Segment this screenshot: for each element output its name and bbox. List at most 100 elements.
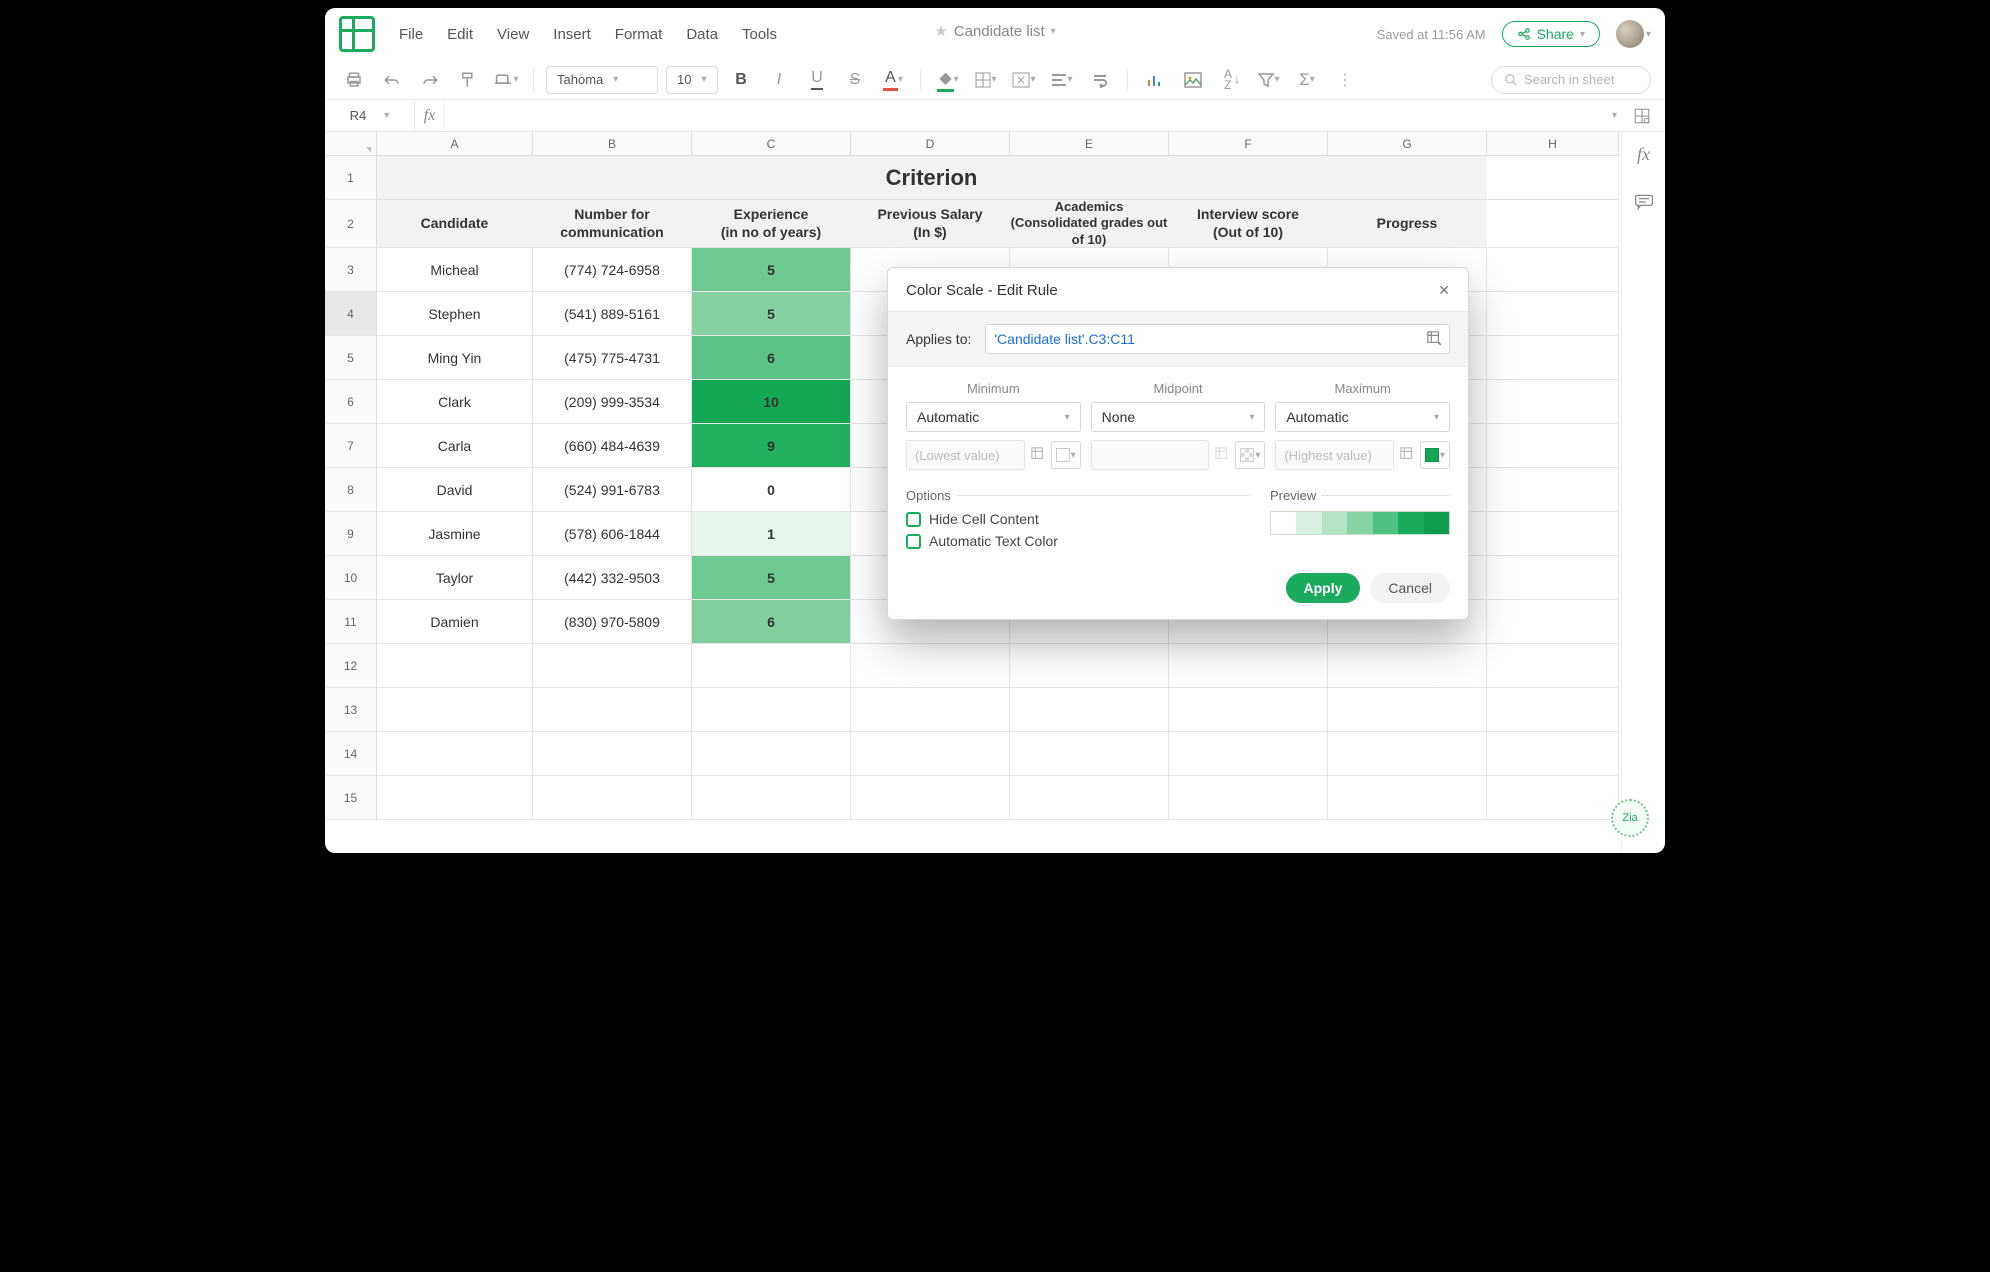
fx-panel-icon[interactable]: fx: [1637, 144, 1650, 165]
row-header[interactable]: 6: [325, 380, 377, 424]
header-interview[interactable]: Interview score(Out of 10): [1169, 200, 1328, 248]
undo-icon[interactable]: [377, 66, 407, 94]
name-box[interactable]: R4 ▾: [325, 100, 415, 131]
row-header[interactable]: 2: [325, 200, 377, 248]
header-phone[interactable]: Number for communication: [533, 200, 692, 248]
row-header[interactable]: 1: [325, 156, 377, 200]
cell[interactable]: [1487, 424, 1619, 468]
cell[interactable]: [533, 776, 692, 820]
row-header[interactable]: 5: [325, 336, 377, 380]
insert-chart-icon[interactable]: [1140, 66, 1170, 94]
phone-cell[interactable]: (541) 889-5161: [533, 292, 692, 336]
menu-file[interactable]: File: [399, 26, 423, 43]
formula-input[interactable]: [445, 100, 1612, 131]
font-size-select[interactable]: 10▾: [666, 66, 718, 94]
phone-cell[interactable]: (475) 775-4731: [533, 336, 692, 380]
row-header[interactable]: 11: [325, 600, 377, 644]
range-picker-icon[interactable]: [1031, 447, 1045, 464]
applies-to-input[interactable]: 'Candidate list'.C3:C11: [985, 324, 1450, 354]
cell[interactable]: [692, 644, 851, 688]
cell[interactable]: [1487, 512, 1619, 556]
chevron-down-icon[interactable]: ▾: [1612, 110, 1617, 121]
more-tools-icon[interactable]: ⋮: [1330, 66, 1360, 94]
cell[interactable]: [1010, 776, 1169, 820]
select-all-corner[interactable]: [325, 132, 377, 156]
cell[interactable]: [692, 688, 851, 732]
menu-view[interactable]: View: [497, 26, 529, 43]
hide-cell-content-checkbox[interactable]: Hide Cell Content: [906, 511, 1250, 527]
font-family-select[interactable]: Tahoma▾: [546, 66, 658, 94]
cell[interactable]: [1169, 776, 1328, 820]
row-header[interactable]: 4: [325, 292, 377, 336]
candidate-cell[interactable]: Stephen: [377, 292, 533, 336]
row-header[interactable]: 10: [325, 556, 377, 600]
phone-cell[interactable]: (774) 724-6958: [533, 248, 692, 292]
cell[interactable]: [1328, 776, 1487, 820]
sort-button[interactable]: AZ↓: [1216, 66, 1246, 94]
experience-cell[interactable]: 9: [692, 424, 851, 468]
cancel-button[interactable]: Cancel: [1370, 573, 1450, 603]
text-color-button[interactable]: A▾: [878, 66, 908, 94]
cell[interactable]: [1487, 248, 1619, 292]
print-icon[interactable]: [339, 66, 369, 94]
account-menu[interactable]: ▾: [1616, 20, 1651, 48]
column-header[interactable]: A: [377, 132, 533, 156]
candidate-cell[interactable]: Clark: [377, 380, 533, 424]
cell[interactable]: [533, 644, 692, 688]
maximum-mode-select[interactable]: Automatic▾: [1275, 402, 1450, 432]
bold-button[interactable]: B: [726, 66, 756, 94]
midpoint-value-input[interactable]: [1091, 440, 1210, 470]
cell[interactable]: [533, 732, 692, 776]
cell[interactable]: [377, 776, 533, 820]
row-header[interactable]: 9: [325, 512, 377, 556]
fx-label[interactable]: fx: [415, 100, 445, 131]
cell[interactable]: [1487, 644, 1619, 688]
cell[interactable]: [1010, 644, 1169, 688]
insert-image-icon[interactable]: [1178, 66, 1208, 94]
cell[interactable]: [1487, 200, 1619, 248]
candidate-cell[interactable]: Taylor: [377, 556, 533, 600]
cell[interactable]: [1487, 688, 1619, 732]
experience-cell[interactable]: 10: [692, 380, 851, 424]
candidate-cell[interactable]: Carla: [377, 424, 533, 468]
experience-cell[interactable]: 6: [692, 336, 851, 380]
header-academics[interactable]: Academics (Consolidated grades out of 10…: [1010, 200, 1169, 248]
cell[interactable]: [1010, 688, 1169, 732]
experience-cell[interactable]: 5: [692, 292, 851, 336]
cell-options-icon[interactable]: [1633, 107, 1651, 125]
cell[interactable]: [692, 776, 851, 820]
range-picker-icon[interactable]: [1427, 331, 1441, 348]
column-header[interactable]: D: [851, 132, 1010, 156]
apply-button[interactable]: Apply: [1286, 573, 1361, 603]
search-input[interactable]: Search in sheet: [1491, 66, 1651, 94]
experience-cell[interactable]: 6: [692, 600, 851, 644]
row-header[interactable]: 15: [325, 776, 377, 820]
cell[interactable]: [1487, 600, 1619, 644]
candidate-cell[interactable]: Ming Yin: [377, 336, 533, 380]
phone-cell[interactable]: (442) 332-9503: [533, 556, 692, 600]
cell[interactable]: [533, 688, 692, 732]
cell[interactable]: [851, 732, 1010, 776]
cell[interactable]: [1169, 732, 1328, 776]
document-title[interactable]: ★ Candidate list ▾: [934, 22, 1055, 40]
criterion-title-cell[interactable]: Criterion: [377, 156, 1487, 200]
maximum-color-picker[interactable]: ▾: [1420, 441, 1450, 469]
menu-tools[interactable]: Tools: [742, 26, 777, 43]
cell[interactable]: [1487, 292, 1619, 336]
midpoint-mode-select[interactable]: None▾: [1091, 402, 1266, 432]
candidate-cell[interactable]: Jasmine: [377, 512, 533, 556]
cell[interactable]: [1169, 644, 1328, 688]
minimum-value-input[interactable]: (Lowest value): [906, 440, 1025, 470]
cell[interactable]: [1328, 644, 1487, 688]
cell[interactable]: [1487, 336, 1619, 380]
cell[interactable]: [1487, 732, 1619, 776]
row-header[interactable]: 12: [325, 644, 377, 688]
menu-insert[interactable]: Insert: [553, 26, 591, 43]
alignment-button[interactable]: ▾: [1047, 66, 1077, 94]
row-header[interactable]: 3: [325, 248, 377, 292]
phone-cell[interactable]: (830) 970-5809: [533, 600, 692, 644]
favorite-star-icon[interactable]: ★: [934, 22, 947, 40]
header-progress[interactable]: Progress: [1328, 200, 1487, 248]
menu-edit[interactable]: Edit: [447, 26, 473, 43]
header-candidate[interactable]: Candidate: [377, 200, 533, 248]
